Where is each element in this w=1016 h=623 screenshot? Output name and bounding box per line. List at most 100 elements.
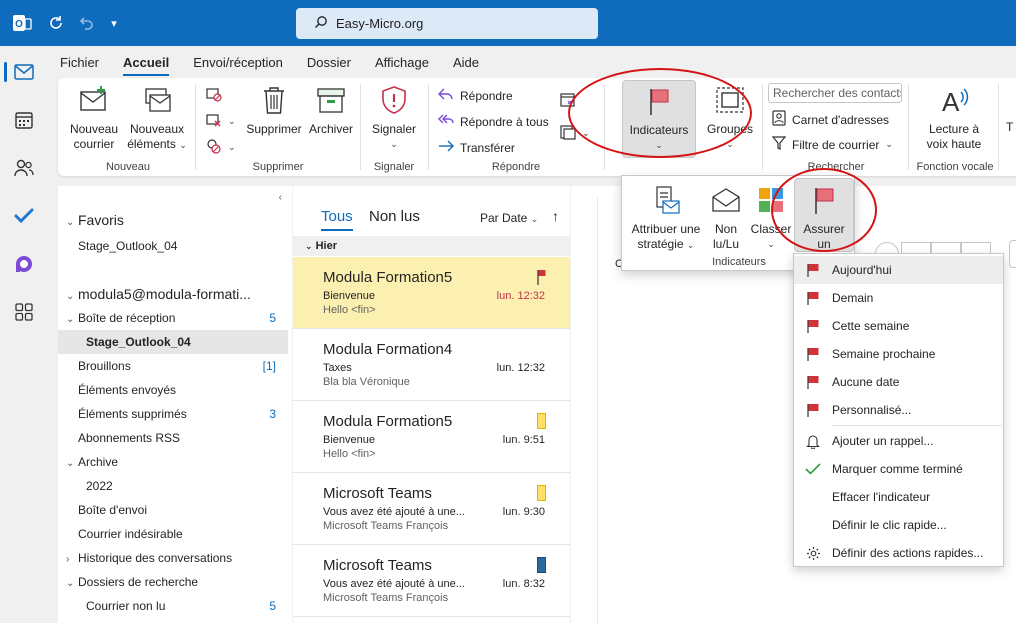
menu-item-no-date[interactable]: Aucune date bbox=[794, 368, 1003, 396]
blue-category-icon[interactable] bbox=[537, 557, 546, 573]
message-item[interactable]: Microsoft Teams Vous avez été ajouté à u… bbox=[293, 473, 570, 545]
search-contacts-input[interactable]: Rechercher des contacts bbox=[768, 83, 902, 103]
more-reply-button[interactable]: ⌄ bbox=[560, 124, 590, 143]
message-subject: Bienvenue bbox=[323, 290, 375, 302]
cleanup-button[interactable]: ⌄ bbox=[206, 112, 236, 131]
copilot-icon[interactable] bbox=[0, 246, 48, 282]
menu-item-quick-actions[interactable]: Définir des actions rapides... bbox=[794, 539, 1003, 567]
sort-by-date[interactable]: Par Date ⌄ bbox=[480, 211, 538, 225]
filter-mail-button[interactable]: Filtre de courrier ⌄ bbox=[771, 136, 893, 153]
group-label-nouveau: Nouveau bbox=[105, 161, 151, 173]
group-header-yesterday[interactable]: ⌄ Hier bbox=[293, 236, 570, 256]
archive-button[interactable]: Archiver bbox=[306, 82, 356, 137]
folder-unread[interactable]: Courrier non lu 5 bbox=[58, 594, 288, 618]
apps-icon[interactable] bbox=[0, 294, 48, 330]
tab-all[interactable]: Tous bbox=[321, 208, 353, 231]
folder-drafts[interactable]: Brouillons [1] bbox=[58, 354, 288, 378]
yellow-category-icon[interactable] bbox=[537, 485, 546, 501]
folder-outbox[interactable]: Boîte d'envoi bbox=[58, 498, 288, 522]
account-header[interactable]: ⌄ modula5@modula-formati... bbox=[58, 282, 288, 306]
folder-sent[interactable]: Éléments envoyés bbox=[58, 378, 288, 402]
todo-check-icon[interactable] bbox=[0, 198, 48, 234]
people-icon[interactable] bbox=[0, 150, 48, 186]
more-pane-button[interactable] bbox=[1009, 240, 1016, 268]
menu-item-tomorrow[interactable]: Demain bbox=[794, 284, 1003, 312]
menu-envoi-reception[interactable]: Envoi/réception bbox=[181, 50, 295, 76]
ignore-button[interactable] bbox=[206, 86, 222, 105]
menu-item-clear-flag[interactable]: Effacer l'indicateur bbox=[794, 483, 1003, 511]
assign-policy-button[interactable]: Attribuer une stratégie ⌄ bbox=[628, 182, 704, 253]
folder-inbox[interactable]: ⌄ Boîte de réception 5 bbox=[58, 306, 288, 330]
undo-icon[interactable] bbox=[74, 11, 98, 35]
mail-icon[interactable] bbox=[0, 54, 48, 90]
folder-2022[interactable]: 2022 bbox=[58, 474, 288, 498]
folder-rss[interactable]: Abonnements RSS bbox=[58, 426, 288, 450]
menu-item-this-week[interactable]: Cette semaine bbox=[794, 312, 1003, 340]
address-book-button[interactable]: Carnet d'adresses bbox=[772, 110, 889, 129]
flag-this-week-icon bbox=[794, 319, 832, 333]
favorites-header[interactable]: ⌄ Favoris bbox=[58, 208, 288, 232]
folder-history[interactable]: › Historique des conversations bbox=[58, 546, 288, 570]
search-input[interactable]: Easy-Micro.org bbox=[296, 8, 598, 39]
menu-item-mark-complete[interactable]: Marquer comme terminé bbox=[794, 455, 1003, 483]
folder-deleted[interactable]: Éléments supprimés 3 bbox=[58, 402, 288, 426]
follow-up-button[interactable]: Assurer un suivi ⌄ bbox=[794, 178, 854, 266]
menu-item-add-reminder[interactable]: Ajouter un rappel... bbox=[794, 427, 1003, 455]
menu-dossier[interactable]: Dossier bbox=[295, 50, 363, 76]
red-flag-icon[interactable] bbox=[537, 269, 546, 285]
read-aloud-button[interactable]: A Lecture à voix haute bbox=[916, 82, 992, 152]
svg-text:O: O bbox=[15, 19, 23, 30]
message-subject: Vous avez été ajouté à une... bbox=[323, 506, 465, 518]
message-item[interactable]: Modula Formation5 Bienvenue Hello <fin> … bbox=[293, 257, 570, 329]
menu-affichage[interactable]: Affichage bbox=[363, 50, 441, 76]
meeting-reply-button[interactable] bbox=[560, 92, 576, 111]
read-unread-button[interactable]: Non lu/Lu bbox=[706, 182, 746, 252]
menu-aide[interactable]: Aide bbox=[441, 50, 491, 76]
menu-item-custom[interactable]: Personnalisé... bbox=[794, 396, 1003, 424]
tab-unread[interactable]: Non lus bbox=[369, 208, 420, 225]
reply-all-button[interactable]: Répondre à tous bbox=[438, 113, 549, 130]
menu-item-next-week[interactable]: Semaine prochaine bbox=[794, 340, 1003, 368]
unread-count: 5 bbox=[269, 599, 276, 613]
folder-junk[interactable]: Courrier indésirable bbox=[58, 522, 288, 546]
sort-direction-icon[interactable]: ↑ bbox=[552, 208, 559, 224]
menu-item-today[interactable]: Aujourd'hui bbox=[794, 256, 1003, 284]
junk-button[interactable]: ⌄ bbox=[206, 138, 236, 157]
menu-fichier[interactable]: Fichier bbox=[48, 50, 111, 76]
folder-fav-stage[interactable]: Stage_Outlook_04 bbox=[58, 234, 288, 258]
yellow-category-icon[interactable] bbox=[537, 413, 546, 429]
folder-stage[interactable]: Stage_Outlook_04 bbox=[58, 330, 288, 354]
archive-box-icon bbox=[313, 82, 349, 118]
categorize-button[interactable]: Classer ⌄ bbox=[748, 182, 794, 252]
cut-off-item: T bbox=[1006, 120, 1014, 134]
gear-icon bbox=[794, 546, 832, 561]
calendar-icon[interactable] bbox=[0, 102, 48, 138]
new-items-button[interactable]: Nouveaux éléments ⌄ bbox=[124, 82, 190, 153]
folder-search[interactable]: ⌄ Dossiers de recherche bbox=[58, 570, 288, 594]
reply-button[interactable]: Répondre bbox=[438, 87, 513, 104]
forward-button[interactable]: Transférer bbox=[438, 139, 515, 156]
quick-access-dropdown-icon[interactable]: ▾ bbox=[102, 11, 126, 35]
menu-separator bbox=[832, 425, 1002, 426]
message-item[interactable]: Microsoft Teams Vous avez été ajouté à u… bbox=[293, 545, 570, 617]
message-time: lun. 8:32 bbox=[502, 578, 545, 590]
delete-button[interactable]: Supprimer bbox=[244, 82, 304, 137]
group-label-repondre: Répondre bbox=[491, 161, 541, 173]
indicateurs-chevron-icon: ⌄ bbox=[655, 140, 663, 150]
menu-accueil[interactable]: Accueil bbox=[111, 50, 181, 76]
report-button[interactable]: Signaler ⌄ bbox=[366, 82, 422, 152]
collapse-pane-icon[interactable]: ‹ bbox=[279, 192, 282, 203]
new-items-icon bbox=[139, 82, 175, 118]
ignore-icon bbox=[206, 86, 222, 105]
indicateurs-button[interactable]: Indicateurs ⌄ bbox=[622, 80, 696, 158]
folder-archive[interactable]: ⌄ Archive bbox=[58, 450, 288, 474]
title-bar: O ▾ Easy-Micro.org bbox=[0, 0, 1016, 46]
new-mail-button[interactable]: Nouveau courrier bbox=[66, 82, 122, 152]
message-item[interactable]: Modula Formation4 Taxes Bla bla Véroniqu… bbox=[293, 329, 570, 401]
reply-label: Répondre bbox=[460, 88, 513, 103]
address-book-label: Carnet d'adresses bbox=[792, 112, 890, 127]
message-item[interactable]: Modula Formation5 Bienvenue Hello <fin> … bbox=[293, 401, 570, 473]
groups-button[interactable]: Groupes ⌄ bbox=[702, 82, 758, 152]
sync-icon[interactable] bbox=[44, 11, 68, 35]
menu-item-set-quick-click[interactable]: Définir le clic rapide... bbox=[794, 511, 1003, 539]
